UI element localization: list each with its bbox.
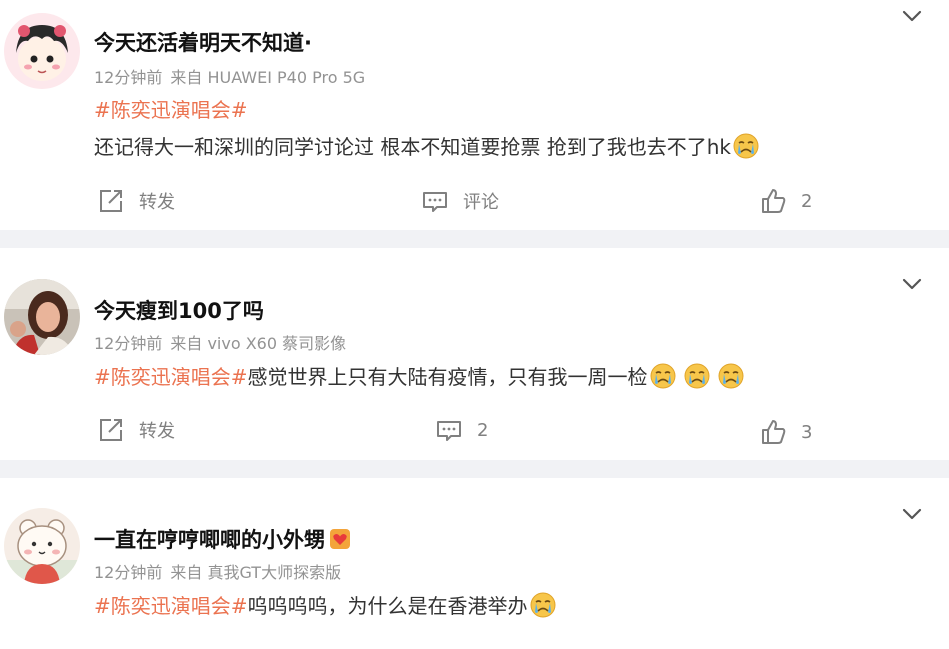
photo-avatar-icon <box>4 279 80 355</box>
post-text: 呜呜呜呜，为什么是在香港举办 <box>247 594 528 618</box>
post-content: 还记得大一和深圳的同学讨论过 根本不知道要抢票 抢到了我也去不了hk <box>94 131 759 160</box>
repost-label: 转发 <box>139 421 175 442</box>
comment-icon <box>435 416 463 444</box>
post-meta: 12分钟前 来自 HUAWEI P40 Pro 5G <box>94 64 365 88</box>
cartoon-girl-avatar-icon <box>4 13 80 89</box>
post-source: 来自 真我GT大师探索版 <box>170 563 342 582</box>
weibo-post: 一直在哼哼唧唧的小外甥 12分钟前 来自 真我GT大师探索版 #陈奕迅演唱会#呜呜… <box>0 478 949 649</box>
like-button[interactable]: 3 <box>759 418 812 446</box>
repost-button[interactable]: 转发 <box>97 416 175 444</box>
avatar[interactable] <box>4 508 80 584</box>
post-content: #陈奕迅演唱会#感觉世界上只有大陆有疫情，只有我一周一检 <box>94 361 744 390</box>
chevron-down-icon[interactable] <box>901 506 923 522</box>
hashtag[interactable]: #陈奕迅演唱会# <box>94 365 248 389</box>
post-text: 还记得大一和深圳的同学讨论过 根本不知道要抢票 抢到了我也去不了hk <box>94 135 731 159</box>
hashtag[interactable]: #陈奕迅演唱会# <box>94 594 248 618</box>
crying-emoji-icon <box>718 363 744 389</box>
post-meta: 12分钟前 来自 vivo X60 蔡司影像 <box>94 330 346 354</box>
username[interactable]: 一直在哼哼唧唧的小外甥 <box>94 524 351 554</box>
crying-emoji-icon <box>650 363 676 389</box>
username-text: 一直在哼哼唧唧的小外甥 <box>94 528 325 552</box>
comment-label: 评论 <box>463 192 499 213</box>
post-time[interactable]: 12分钟前 <box>94 334 162 353</box>
comment-icon <box>421 187 449 215</box>
like-button[interactable]: 2 <box>759 187 812 215</box>
post-time[interactable]: 12分钟前 <box>94 563 162 582</box>
crying-emoji-icon <box>684 363 710 389</box>
crying-emoji-icon <box>733 133 759 159</box>
avatar[interactable] <box>4 279 80 355</box>
post-source: 来自 HUAWEI P40 Pro 5G <box>170 68 366 87</box>
username[interactable]: 今天还活着明天不知道· <box>94 27 312 57</box>
repost-label: 转发 <box>139 192 175 213</box>
like-icon <box>759 187 787 215</box>
weibo-post: 今天还活着明天不知道· 12分钟前 来自 HUAWEI P40 Pro 5G #陈… <box>0 0 949 230</box>
avatar[interactable] <box>4 13 80 89</box>
crying-emoji-icon <box>530 592 556 618</box>
post-meta: 12分钟前 来自 真我GT大师探索版 <box>94 559 341 583</box>
weibo-post: 今天瘦到100了吗 12分钟前 来自 vivo X60 蔡司影像 #陈奕迅演唱会#… <box>0 248 949 460</box>
chevron-down-icon[interactable] <box>901 276 923 292</box>
post-source: 来自 vivo X60 蔡司影像 <box>170 334 347 353</box>
comment-button[interactable]: 评论 <box>421 187 499 215</box>
repost-icon <box>97 416 125 444</box>
post-content: #陈奕迅演唱会#呜呜呜呜，为什么是在香港举办 <box>94 590 556 619</box>
username[interactable]: 今天瘦到100了吗 <box>94 295 264 325</box>
fan-badge-icon <box>330 529 350 549</box>
post-time[interactable]: 12分钟前 <box>94 68 162 87</box>
hashtag[interactable]: #陈奕迅演唱会# <box>94 94 248 123</box>
comment-button[interactable]: 2 <box>435 416 488 444</box>
chevron-down-icon[interactable] <box>901 8 923 24</box>
like-count: 3 <box>801 421 813 443</box>
comment-count: 2 <box>477 419 489 441</box>
cartoon-bear-avatar-icon <box>4 508 80 584</box>
like-count: 2 <box>801 190 813 212</box>
post-text: 感觉世界上只有大陆有疫情，只有我一周一检 <box>247 365 648 389</box>
repost-icon <box>97 187 125 215</box>
repost-button[interactable]: 转发 <box>97 187 175 215</box>
like-icon <box>759 418 787 446</box>
